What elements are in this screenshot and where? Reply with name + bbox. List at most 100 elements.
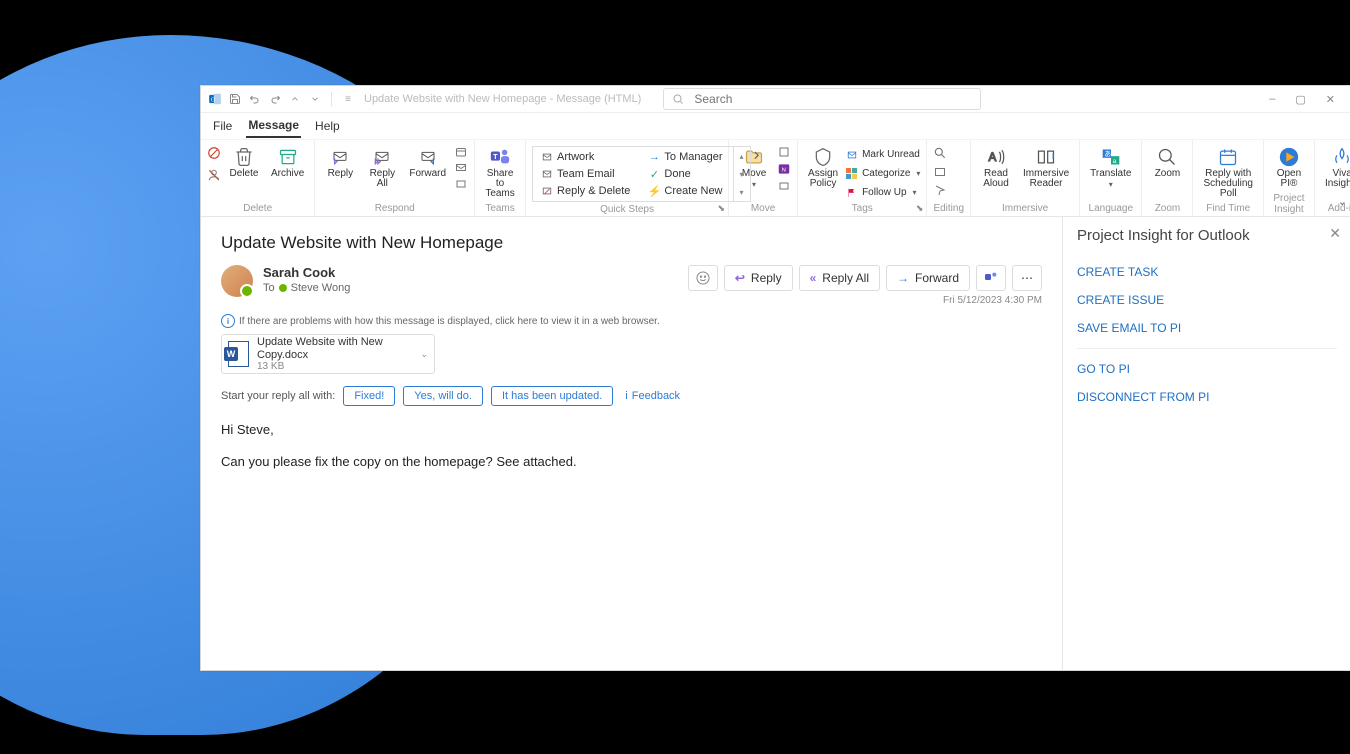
msg-reply-button[interactable]: ↩Reply: [724, 265, 793, 291]
minimize-button[interactable]: –: [1269, 93, 1275, 106]
viva-insights-button[interactable]: Viva Insights: [1321, 144, 1350, 191]
delete-button[interactable]: Delete: [225, 144, 263, 181]
save-icon[interactable]: [227, 91, 243, 107]
mark-unread-button[interactable]: Mark Unread: [846, 146, 920, 163]
disconnect-link[interactable]: DISCONNECT FROM PI: [1077, 383, 1337, 411]
create-task-link[interactable]: CREATE TASK: [1077, 258, 1337, 286]
quick-steps-gallery[interactable]: Artwork Team Email Reply & Delete →To Ma…: [532, 146, 750, 202]
actions-icon[interactable]: [777, 180, 791, 192]
teams-icon: T: [489, 146, 511, 168]
qs-more-icon[interactable]: ▾: [740, 188, 744, 197]
go-to-pi-link[interactable]: GO TO PI: [1077, 355, 1337, 383]
close-button[interactable]: ✕: [1326, 93, 1335, 106]
immersive-reader-button[interactable]: Immersive Reader: [1019, 144, 1073, 191]
info-bar[interactable]: i If there are problems with how this me…: [221, 314, 1042, 328]
msg-reply-all-button[interactable]: «Reply All: [799, 265, 880, 291]
suggestion-3[interactable]: It has been updated.: [491, 386, 613, 406]
word-doc-icon: [228, 341, 249, 367]
recipient-name[interactable]: Steve Wong: [291, 282, 351, 294]
open-pi-button[interactable]: Open PI®: [1270, 144, 1308, 191]
suggestion-1[interactable]: Fixed!: [343, 386, 395, 406]
feedback-link[interactable]: i Feedback: [625, 390, 680, 402]
forward-button[interactable]: Forward: [405, 144, 450, 181]
svg-text:あ: あ: [1104, 150, 1111, 158]
translate-button[interactable]: あa Translate ▾: [1086, 144, 1135, 191]
info-icon: i: [625, 390, 627, 402]
qs-up-icon[interactable]: ▴: [740, 152, 744, 161]
save-email-link[interactable]: SAVE EMAIL TO PI: [1077, 314, 1337, 342]
ribbon-collapse-icon[interactable]: ⌄: [1338, 195, 1347, 208]
attachment-chip[interactable]: Update Website with New Copy.docx 13 KB …: [221, 334, 435, 374]
flag-icon: [846, 187, 858, 199]
svg-text:N: N: [782, 167, 786, 173]
reading-pane: Update Website with New Homepage Sarah C…: [201, 217, 1062, 670]
outlook-message-window: O ≡ Update Website with New Homepage - M…: [200, 85, 1350, 671]
reply-all-arrow-icon: «: [810, 271, 817, 285]
junk-icon[interactable]: [207, 168, 221, 182]
window-title: Update Website with New Homepage - Messa…: [364, 93, 641, 105]
mail-icon: [541, 168, 553, 180]
find-icon[interactable]: [933, 146, 947, 160]
reply-button[interactable]: Reply: [321, 144, 359, 181]
follow-up-button[interactable]: Follow Up▾: [846, 184, 920, 201]
read-aloud-button[interactable]: A Read Aloud: [977, 144, 1015, 191]
search-input[interactable]: [692, 91, 972, 107]
svg-text:A: A: [989, 151, 997, 164]
categorize-button[interactable]: Categorize▾: [846, 165, 920, 182]
forward-arrow-icon: →: [897, 271, 909, 285]
message-subject: Update Website with New Homepage: [221, 233, 1042, 253]
related-icon[interactable]: [933, 166, 947, 178]
scheduling-poll-button[interactable]: Reply with Scheduling Poll: [1199, 144, 1256, 201]
share-to-teams-button[interactable]: T Share to Teams: [481, 144, 519, 201]
check-icon: ✓: [648, 168, 660, 180]
archive-button[interactable]: Archive: [267, 144, 308, 181]
more-respond-icon[interactable]: [454, 178, 468, 190]
suggestion-2[interactable]: Yes, will do.: [403, 386, 483, 406]
chevron-down-icon[interactable]: ⌄: [420, 349, 428, 360]
titlebar: O ≡ Update Website with New Homepage - M…: [201, 86, 1350, 113]
create-issue-link[interactable]: CREATE ISSUE: [1077, 286, 1337, 314]
next-item-icon[interactable]: [307, 91, 323, 107]
rules-icon[interactable]: [777, 146, 791, 158]
categorize-icon: [846, 168, 858, 180]
mail-icon: [541, 151, 553, 163]
maximize-button[interactable]: ▢: [1295, 93, 1305, 106]
more-actions-button[interactable]: ⋯: [1012, 265, 1042, 291]
react-button[interactable]: [688, 265, 718, 291]
quick-steps-launcher-icon[interactable]: ⬊: [718, 203, 726, 214]
zoom-button[interactable]: Zoom: [1148, 144, 1186, 181]
tab-message[interactable]: Message: [246, 114, 301, 138]
tab-file[interactable]: File: [211, 115, 234, 137]
qs-to-manager[interactable]: →To Manager: [648, 149, 722, 165]
qs-done[interactable]: ✓Done: [648, 166, 722, 182]
attachment-name: Update Website with New Copy.docx: [257, 336, 412, 360]
customize-qat-icon[interactable]: ≡: [340, 91, 356, 107]
reply-all-button[interactable]: Reply All: [363, 144, 401, 191]
ignore-icon[interactable]: [207, 146, 221, 160]
teams-chat-button[interactable]: [976, 265, 1006, 291]
redo-icon[interactable]: [267, 91, 283, 107]
qs-reply-delete[interactable]: Reply & Delete: [541, 183, 630, 199]
onenote-icon[interactable]: N: [777, 162, 791, 176]
qs-create-new[interactable]: ⚡Create New: [648, 183, 722, 199]
tags-launcher-icon[interactable]: ⬊: [916, 203, 924, 214]
assign-policy-button[interactable]: Assign Policy: [804, 144, 842, 191]
qs-down-icon[interactable]: ▾: [740, 170, 744, 179]
zoom-icon: [1156, 146, 1178, 168]
qs-team-email[interactable]: Team Email: [541, 166, 630, 182]
svg-text:O: O: [211, 97, 215, 103]
meeting-icon[interactable]: [454, 146, 468, 158]
qs-artwork[interactable]: Artwork: [541, 149, 630, 165]
attachment-size: 13 KB: [257, 361, 412, 372]
create-icon: ⚡: [648, 185, 660, 197]
tab-help[interactable]: Help: [313, 115, 342, 137]
select-icon[interactable]: [933, 184, 947, 196]
panel-close-button[interactable]: ✕: [1329, 225, 1341, 242]
sender-avatar[interactable]: [221, 265, 253, 297]
teams-icon: [983, 270, 999, 286]
prev-item-icon[interactable]: [287, 91, 303, 107]
forward-attachment-icon[interactable]: [454, 162, 468, 174]
undo-icon[interactable]: [247, 91, 263, 107]
msg-forward-button[interactable]: →Forward: [886, 265, 970, 291]
search-box[interactable]: [663, 88, 981, 110]
